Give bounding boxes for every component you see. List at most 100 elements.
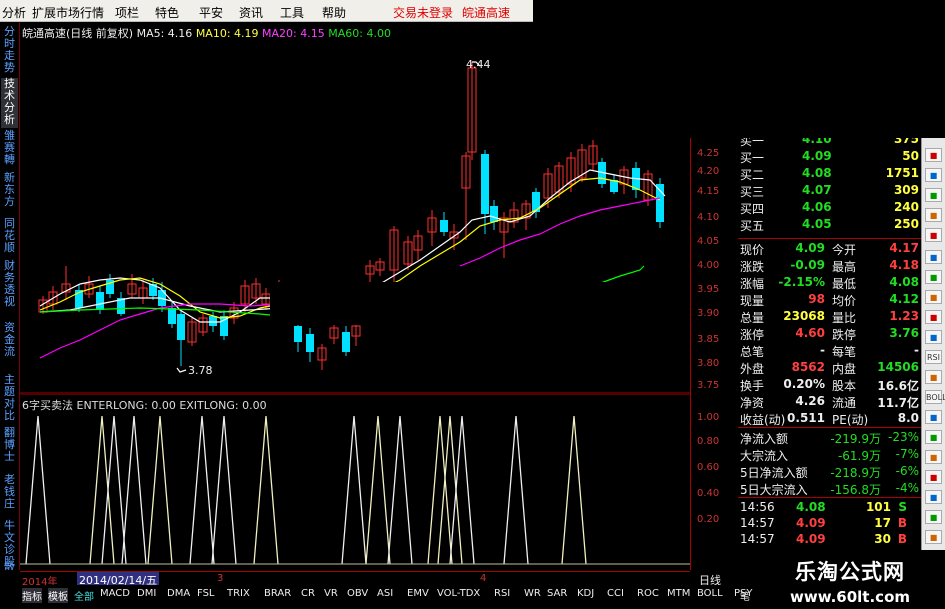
toolbar-icon[interactable]: ■ <box>925 450 942 464</box>
indicator-tab-cci[interactable]: CCI <box>607 588 624 599</box>
left-tab-2[interactable]: 雏赛轉 <box>1 130 18 169</box>
menu-item-tools[interactable]: 工具 <box>280 4 304 21</box>
toolbar-icon[interactable]: ■ <box>925 228 942 242</box>
indicator-tab-模板[interactable]: 模板 <box>48 588 68 603</box>
toolbar-icon[interactable]: ■ <box>925 510 942 524</box>
flow-value: -218.9万 <box>830 466 881 480</box>
quote-label: 净资 <box>740 396 765 410</box>
toolbar-icon[interactable]: ■ <box>925 188 942 202</box>
menu-item-news[interactable]: 资讯 <box>239 4 263 21</box>
indicator-tab-brar[interactable]: BRAR <box>264 588 291 599</box>
indicator-tab-sar[interactable]: SAR <box>547 588 567 599</box>
left-tab-7[interactable]: 主题对比 <box>1 374 18 424</box>
toolbar-icon[interactable]: ■ <box>925 310 942 324</box>
quote-label: 跌停 <box>832 328 857 342</box>
toolbar-icon[interactable]: ■ <box>925 370 942 384</box>
quote-value: 4.18 <box>889 258 919 272</box>
toolbar-icon[interactable]: ■ <box>925 430 942 444</box>
flow-percent: -23% <box>887 430 919 444</box>
trade-login-status[interactable]: 交易未登录 <box>393 4 453 21</box>
candle-body <box>440 220 448 232</box>
left-tab-4[interactable]: 同花顺 <box>1 218 18 257</box>
indicator-tab-dmi[interactable]: DMI <box>137 588 156 599</box>
left-tab-5[interactable]: 财务透视 <box>1 260 18 310</box>
indicator-tab-wr[interactable]: WR <box>524 588 541 599</box>
toolbar-icon[interactable]: ■ <box>925 270 942 284</box>
left-tab-6[interactable]: 资金流 <box>1 322 18 361</box>
toolbar-icon[interactable]: RSI <box>925 350 942 364</box>
candle-body <box>177 314 185 340</box>
tick-time: 14:57 <box>740 516 775 530</box>
indicator-tab-vr[interactable]: VR <box>324 588 338 599</box>
indicator-tab-mtm[interactable]: MTM <box>667 588 690 599</box>
indicator-tab-obv[interactable]: OBV <box>347 588 368 599</box>
indicator-tab-rsi[interactable]: RSI <box>494 588 510 599</box>
flow-value: -61.9万 <box>837 449 881 463</box>
toolbar-icon[interactable]: ■ <box>925 530 942 544</box>
toolbar-icon[interactable]: ■ <box>925 330 942 344</box>
candle-body <box>490 206 498 222</box>
left-tab-9[interactable]: 老钱庄 <box>1 474 18 513</box>
quote-label: PE(动) <box>832 413 869 427</box>
buy-level-price: 4.08 <box>802 166 832 180</box>
indicator-tab-fsl[interactable]: FSL <box>197 588 215 599</box>
menu-item-analysis[interactable]: 分析 <box>2 4 26 21</box>
indicator-tab-指标[interactable]: 指标 <box>22 588 42 603</box>
quote-label: 股本 <box>832 379 857 393</box>
toolbar-icon[interactable]: ■ <box>925 148 942 162</box>
tick-time: 14:56 <box>740 500 775 514</box>
y-tick-label: 3.95 <box>697 284 720 295</box>
indicator-tab-asi[interactable]: ASI <box>377 588 393 599</box>
buy-level-volume: 50 <box>902 149 919 163</box>
left-tab-3[interactable]: 新东方 <box>1 172 18 211</box>
indicator-tab-boll[interactable]: BOLL <box>697 588 723 599</box>
candle-body <box>294 326 302 342</box>
toolbar-icon[interactable]: ■ <box>925 490 942 504</box>
flow-label: 净流入额 <box>740 432 789 446</box>
indicator-chart[interactable] <box>20 394 690 570</box>
indicator-tab-全部[interactable]: 全部 <box>74 588 94 603</box>
toolbar-icon[interactable]: ■ <box>925 250 942 264</box>
tick-detail-tab[interactable]: 笔 <box>740 588 750 603</box>
quote-value: 23068 <box>783 309 825 323</box>
menu-item-ext-market[interactable]: 扩展市场行情 <box>32 4 104 21</box>
left-tab-0[interactable]: 分时走势 <box>1 26 18 76</box>
left-tab-8[interactable]: 翻博士 <box>1 427 18 466</box>
indicator-tab-trix[interactable]: TRIX <box>227 588 250 599</box>
indicator-tab-macd[interactable]: MACD <box>100 588 130 599</box>
quote-label: 最低 <box>832 277 857 291</box>
tick-row: 14:56 4.08 101 S <box>738 500 921 515</box>
tick-price: 4.09 <box>796 516 826 530</box>
left-tab-1[interactable]: 技术分析 <box>1 78 18 128</box>
quote-label: 最高 <box>832 260 857 274</box>
toolbar-icon[interactable]: ■ <box>925 208 942 222</box>
indicator-tab-vol-tdx[interactable]: VOL-TDX <box>437 588 480 599</box>
indicator-tab-cr[interactable]: CR <box>301 588 315 599</box>
toolbar-icon[interactable]: ■ <box>925 470 942 484</box>
indicator-tab-emv[interactable]: EMV <box>407 588 429 599</box>
menu-item-bar[interactable]: 项栏 <box>115 4 139 21</box>
quote-value: 8.0 <box>897 411 919 425</box>
buy-level-price: 4.07 <box>802 183 832 197</box>
buy-level-label: 买二 <box>740 168 765 182</box>
quote-row: 涨跌 -0.09 最高 4.18 <box>738 258 921 274</box>
toolbar-icon[interactable]: ■ <box>925 410 942 424</box>
toolbar-icon[interactable]: BOLL <box>925 390 945 404</box>
menu-item-help[interactable]: 帮助 <box>322 4 346 21</box>
indicator-tab-kdj[interactable]: KDJ <box>577 588 594 599</box>
menu-item-pingan[interactable]: 平安 <box>199 4 223 21</box>
buy-level-volume: 1751 <box>885 166 919 180</box>
quote-value: 0.511 <box>787 411 825 425</box>
logo-title: 乐淘公式网 <box>795 560 905 584</box>
panel-divider <box>738 238 921 239</box>
month-4: 4 <box>480 573 487 584</box>
toolbar-icon[interactable]: ■ <box>925 168 942 182</box>
quote-label: 外盘 <box>740 362 765 376</box>
indicator-tab-roc[interactable]: ROC <box>637 588 659 599</box>
quote-label: 现量 <box>740 294 765 308</box>
quote-value: 98 <box>808 292 825 306</box>
indicator-tab-dma[interactable]: DMA <box>167 588 190 599</box>
menu-item-special[interactable]: 特色 <box>155 4 179 21</box>
toolbar-icon[interactable]: ■ <box>925 290 942 304</box>
tick-row: 14:57 4.09 17 B <box>738 516 921 531</box>
